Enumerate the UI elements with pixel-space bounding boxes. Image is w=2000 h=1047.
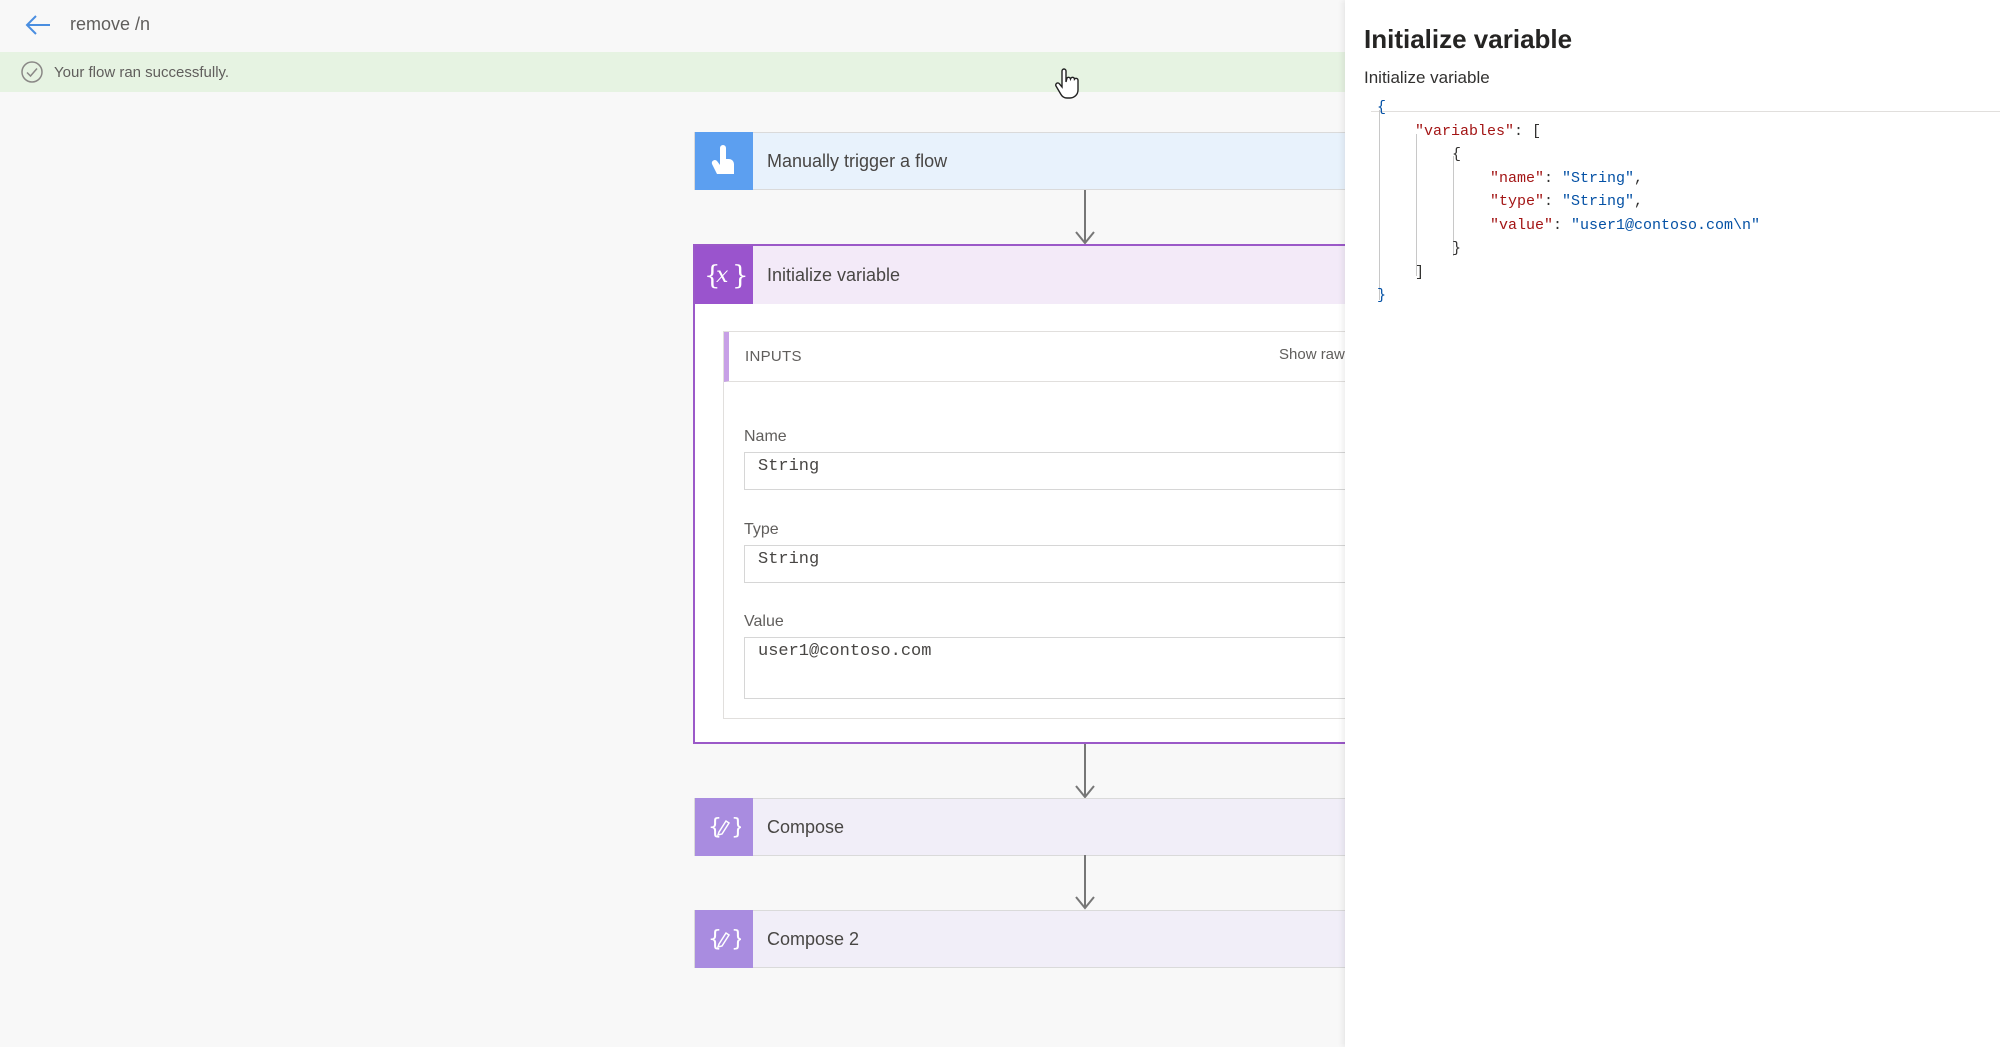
name-value: String (744, 452, 1346, 490)
inputs-header: INPUTS Show raw inputs (724, 332, 1345, 382)
compose-card[interactable]: { } Compose (694, 798, 1345, 856)
compose-icon: { } (695, 798, 753, 856)
json-line: ] (1415, 263, 1425, 281)
connector-arrow (1075, 190, 1095, 245)
initialize-variable-card[interactable]: { x } Initialize variable INPUTS Show ra… (693, 244, 1346, 744)
initialize-variable-header[interactable]: { x } Initialize variable (695, 246, 1345, 304)
top-bar: remove /n (0, 0, 1345, 50)
json-line: "variables": [ (1415, 122, 1542, 140)
variable-icon: { x } (695, 246, 753, 304)
connector-arrow (1075, 855, 1095, 910)
json-line: { (1377, 99, 1387, 116)
svg-text:x: x (716, 263, 729, 288)
initialize-variable-label: Initialize variable (767, 264, 901, 285)
svg-text:{: { (708, 927, 722, 952)
svg-text:}: } (731, 815, 741, 840)
compose-2-label: Compose 2 (767, 928, 860, 949)
json-viewer: { "variables": [ { "name": "String", "ty… (1345, 96, 2000, 308)
compose-2-card[interactable]: { } Compose 2 (694, 910, 1345, 968)
svg-text:{: { (708, 815, 722, 840)
compose-icon: { } (695, 910, 753, 968)
json-line: { (1452, 146, 1462, 163)
manual-trigger-card[interactable]: Manually trigger a flow (694, 132, 1345, 190)
json-line: "value": "user1@contoso.com\n" (1490, 216, 1761, 234)
panel-title: Initialize variable (1364, 24, 1573, 54)
details-panel: Initialize variable Initialize variable … (1345, 0, 2000, 1047)
panel-subtitle: Initialize variable (1364, 68, 1490, 87)
check-circle-icon (21, 61, 43, 83)
value-label: Value (744, 613, 784, 630)
flow-title: remove /n (70, 14, 151, 34)
trigger-label: Manually trigger a flow (767, 150, 948, 171)
back-arrow-icon[interactable] (24, 12, 52, 38)
compose-label: Compose (767, 816, 845, 837)
success-message: Your flow ran successfully. (54, 63, 230, 81)
success-banner: Your flow ran successfully. (0, 52, 1345, 92)
json-line: "type": "String", (1490, 193, 1644, 210)
json-line: } (1377, 287, 1387, 304)
show-raw-inputs-link[interactable]: Show raw inputs (1279, 346, 1345, 363)
inputs-heading: INPUTS (745, 348, 802, 365)
svg-text:}: } (732, 261, 746, 291)
hand-cursor-icon (1055, 68, 1079, 99)
type-value: String (744, 545, 1346, 583)
svg-text:}: } (731, 927, 741, 952)
type-label: Type (744, 521, 779, 538)
inputs-section: INPUTS Show raw inputs Name String Type … (723, 331, 1346, 719)
connector-arrow (1075, 744, 1095, 799)
value-value: user1@contoso.com (744, 637, 1346, 699)
json-line: } (1452, 240, 1462, 257)
touch-hand-icon (695, 132, 753, 190)
json-line: "name": "String", (1490, 169, 1644, 187)
name-label: Name (744, 428, 787, 445)
